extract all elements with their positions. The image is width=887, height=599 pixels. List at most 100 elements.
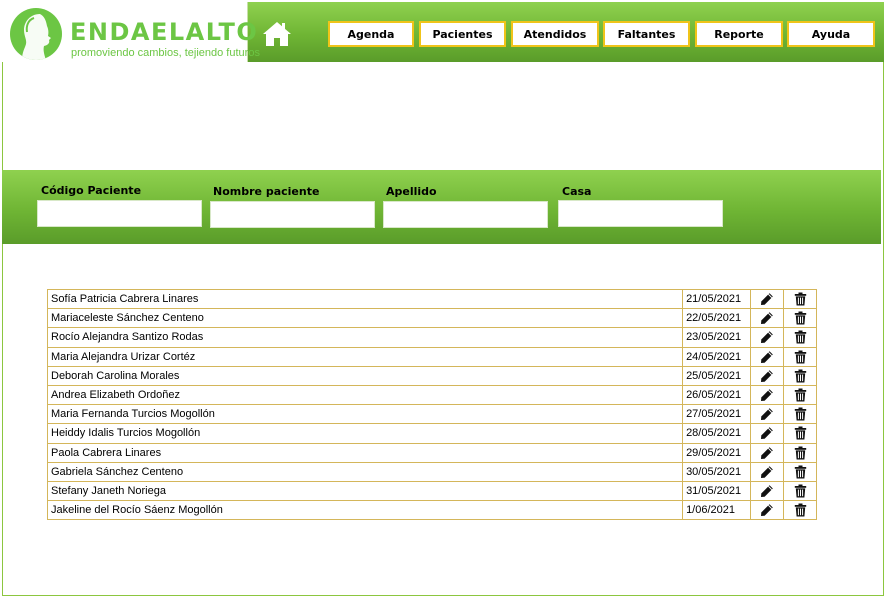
- table-row[interactable]: Gabriela Sánchez Centeno 30/05/2021: [46, 461, 817, 482]
- patient-name: Andrea Elizabeth Ordoñez: [46, 384, 684, 406]
- patient-name: Gabriela Sánchez Centeno: [46, 461, 684, 482]
- home-icon[interactable]: [261, 20, 293, 48]
- patient-date: 22/05/2021: [682, 308, 752, 329]
- trash-icon: [787, 350, 813, 364]
- patient-date: 24/05/2021: [682, 346, 752, 367]
- trash-icon: [787, 407, 813, 421]
- table-row[interactable]: Heiddy Idalis Turcios Mogollón 28/05/2021: [46, 423, 817, 444]
- pencil-icon: [754, 407, 780, 421]
- nav-pacientes-button[interactable]: Pacientes: [419, 21, 506, 47]
- logo-face-icon: [10, 8, 62, 60]
- apellido-label: Apellido: [386, 185, 437, 198]
- patient-name: Heiddy Idalis Turcios Mogollón: [46, 423, 684, 444]
- patient-name: Deborah Carolina Morales: [46, 365, 684, 386]
- patient-date: 23/05/2021: [682, 327, 752, 348]
- patients-table: Sofía Patricia Cabrera Linares 21/05/2021…: [46, 288, 817, 521]
- patient-date: 31/05/2021: [682, 480, 752, 502]
- edit-button[interactable]: [750, 384, 785, 406]
- trash-icon: [787, 388, 813, 402]
- delete-button[interactable]: [783, 346, 817, 367]
- table-row[interactable]: Mariaceleste Sánchez Centeno 22/05/2021: [46, 308, 817, 329]
- table-row[interactable]: Andrea Elizabeth Ordoñez 26/05/2021: [46, 384, 817, 406]
- table-row[interactable]: Paola Cabrera Linares 29/05/2021: [46, 442, 817, 463]
- pencil-icon: [754, 292, 780, 306]
- patient-name: Stefany Janeth Noriega: [46, 480, 684, 502]
- delete-button[interactable]: [783, 500, 817, 521]
- edit-button[interactable]: [750, 308, 785, 329]
- delete-button[interactable]: [783, 480, 817, 502]
- delete-button[interactable]: [783, 404, 817, 425]
- brand-tagline: promoviendo cambios, tejiendo futuros: [71, 47, 260, 59]
- nombre-label: Nombre paciente: [213, 185, 320, 198]
- casa-input[interactable]: [558, 200, 723, 227]
- table-row[interactable]: Deborah Carolina Morales 25/05/2021: [46, 365, 817, 386]
- nav-reporte-button[interactable]: Reporte: [695, 21, 783, 47]
- brand-name: ENDAELALTO: [70, 18, 259, 46]
- codigo-input[interactable]: [37, 200, 202, 227]
- pencil-icon: [754, 388, 780, 402]
- delete-button[interactable]: [783, 288, 817, 310]
- apellido-input[interactable]: [383, 201, 548, 228]
- edit-button[interactable]: [750, 327, 785, 348]
- nav-atendidos-button[interactable]: Atendidos: [511, 21, 599, 47]
- nav-faltantes-button[interactable]: Faltantes: [603, 21, 690, 47]
- pencil-icon: [754, 311, 780, 325]
- trash-icon: [787, 503, 813, 517]
- trash-icon: [787, 465, 813, 479]
- codigo-label: Código Paciente: [41, 184, 142, 197]
- delete-button[interactable]: [783, 308, 817, 329]
- pencil-icon: [754, 369, 780, 383]
- delete-button[interactable]: [783, 423, 817, 444]
- patient-date: 1/06/2021: [682, 500, 752, 521]
- patient-date: 25/05/2021: [682, 365, 752, 386]
- patient-name: Sofía Patricia Cabrera Linares: [46, 288, 684, 310]
- patient-date: 30/05/2021: [682, 461, 752, 482]
- patient-name: Paola Cabrera Linares: [46, 442, 684, 463]
- pencil-icon: [754, 503, 780, 517]
- patient-date: 21/05/2021: [682, 288, 752, 310]
- edit-button[interactable]: [750, 365, 785, 386]
- edit-button[interactable]: [750, 288, 785, 310]
- table-row[interactable]: Rocío Alejandra Santizo Rodas 23/05/2021: [46, 327, 817, 348]
- trash-icon: [787, 369, 813, 383]
- table-row[interactable]: Maria Fernanda Turcios Mogollón 27/05/202…: [46, 404, 817, 425]
- edit-button[interactable]: [750, 500, 785, 521]
- edit-button[interactable]: [750, 442, 785, 463]
- edit-button[interactable]: [750, 404, 785, 425]
- casa-label: Casa: [562, 185, 592, 198]
- pencil-icon: [754, 484, 780, 498]
- trash-icon: [787, 484, 813, 498]
- patient-name: Maria Alejandra Urizar Cortéz: [46, 346, 684, 367]
- patient-date: 28/05/2021: [682, 423, 752, 444]
- pencil-icon: [754, 426, 780, 440]
- nav-ayuda-button[interactable]: Ayuda: [787, 21, 875, 47]
- pencil-icon: [754, 330, 780, 344]
- table-row[interactable]: Sofía Patricia Cabrera Linares 21/05/2021: [46, 288, 817, 310]
- table-row[interactable]: Maria Alejandra Urizar Cortéz 24/05/2021: [46, 346, 817, 367]
- delete-button[interactable]: [783, 384, 817, 406]
- pencil-icon: [754, 350, 780, 364]
- nav-agenda-button[interactable]: Agenda: [328, 21, 414, 47]
- table-row[interactable]: Stefany Janeth Noriega 31/05/2021: [46, 480, 817, 502]
- delete-button[interactable]: [783, 327, 817, 348]
- edit-button[interactable]: [750, 480, 785, 502]
- edit-button[interactable]: [750, 461, 785, 482]
- patient-name: Jakeline del Rocío Sáenz Mogollón: [46, 500, 684, 521]
- nombre-input[interactable]: [210, 201, 375, 228]
- pencil-icon: [754, 465, 780, 479]
- trash-icon: [787, 426, 813, 440]
- delete-button[interactable]: [783, 461, 817, 482]
- trash-icon: [787, 446, 813, 460]
- pencil-icon: [754, 446, 780, 460]
- logo[interactable]: ENDAELALTO promoviendo cambios, tejiendo…: [2, 2, 260, 62]
- edit-button[interactable]: [750, 423, 785, 444]
- edit-button[interactable]: [750, 346, 785, 367]
- table-row[interactable]: Jakeline del Rocío Sáenz Mogollón 1/06/20…: [46, 500, 817, 521]
- delete-button[interactable]: [783, 365, 817, 386]
- patient-name: Mariaceleste Sánchez Centeno: [46, 308, 684, 329]
- patient-name: Rocío Alejandra Santizo Rodas: [46, 327, 684, 348]
- trash-icon: [787, 311, 813, 325]
- delete-button[interactable]: [783, 442, 817, 463]
- patient-date: 27/05/2021: [682, 404, 752, 425]
- trash-icon: [787, 330, 813, 344]
